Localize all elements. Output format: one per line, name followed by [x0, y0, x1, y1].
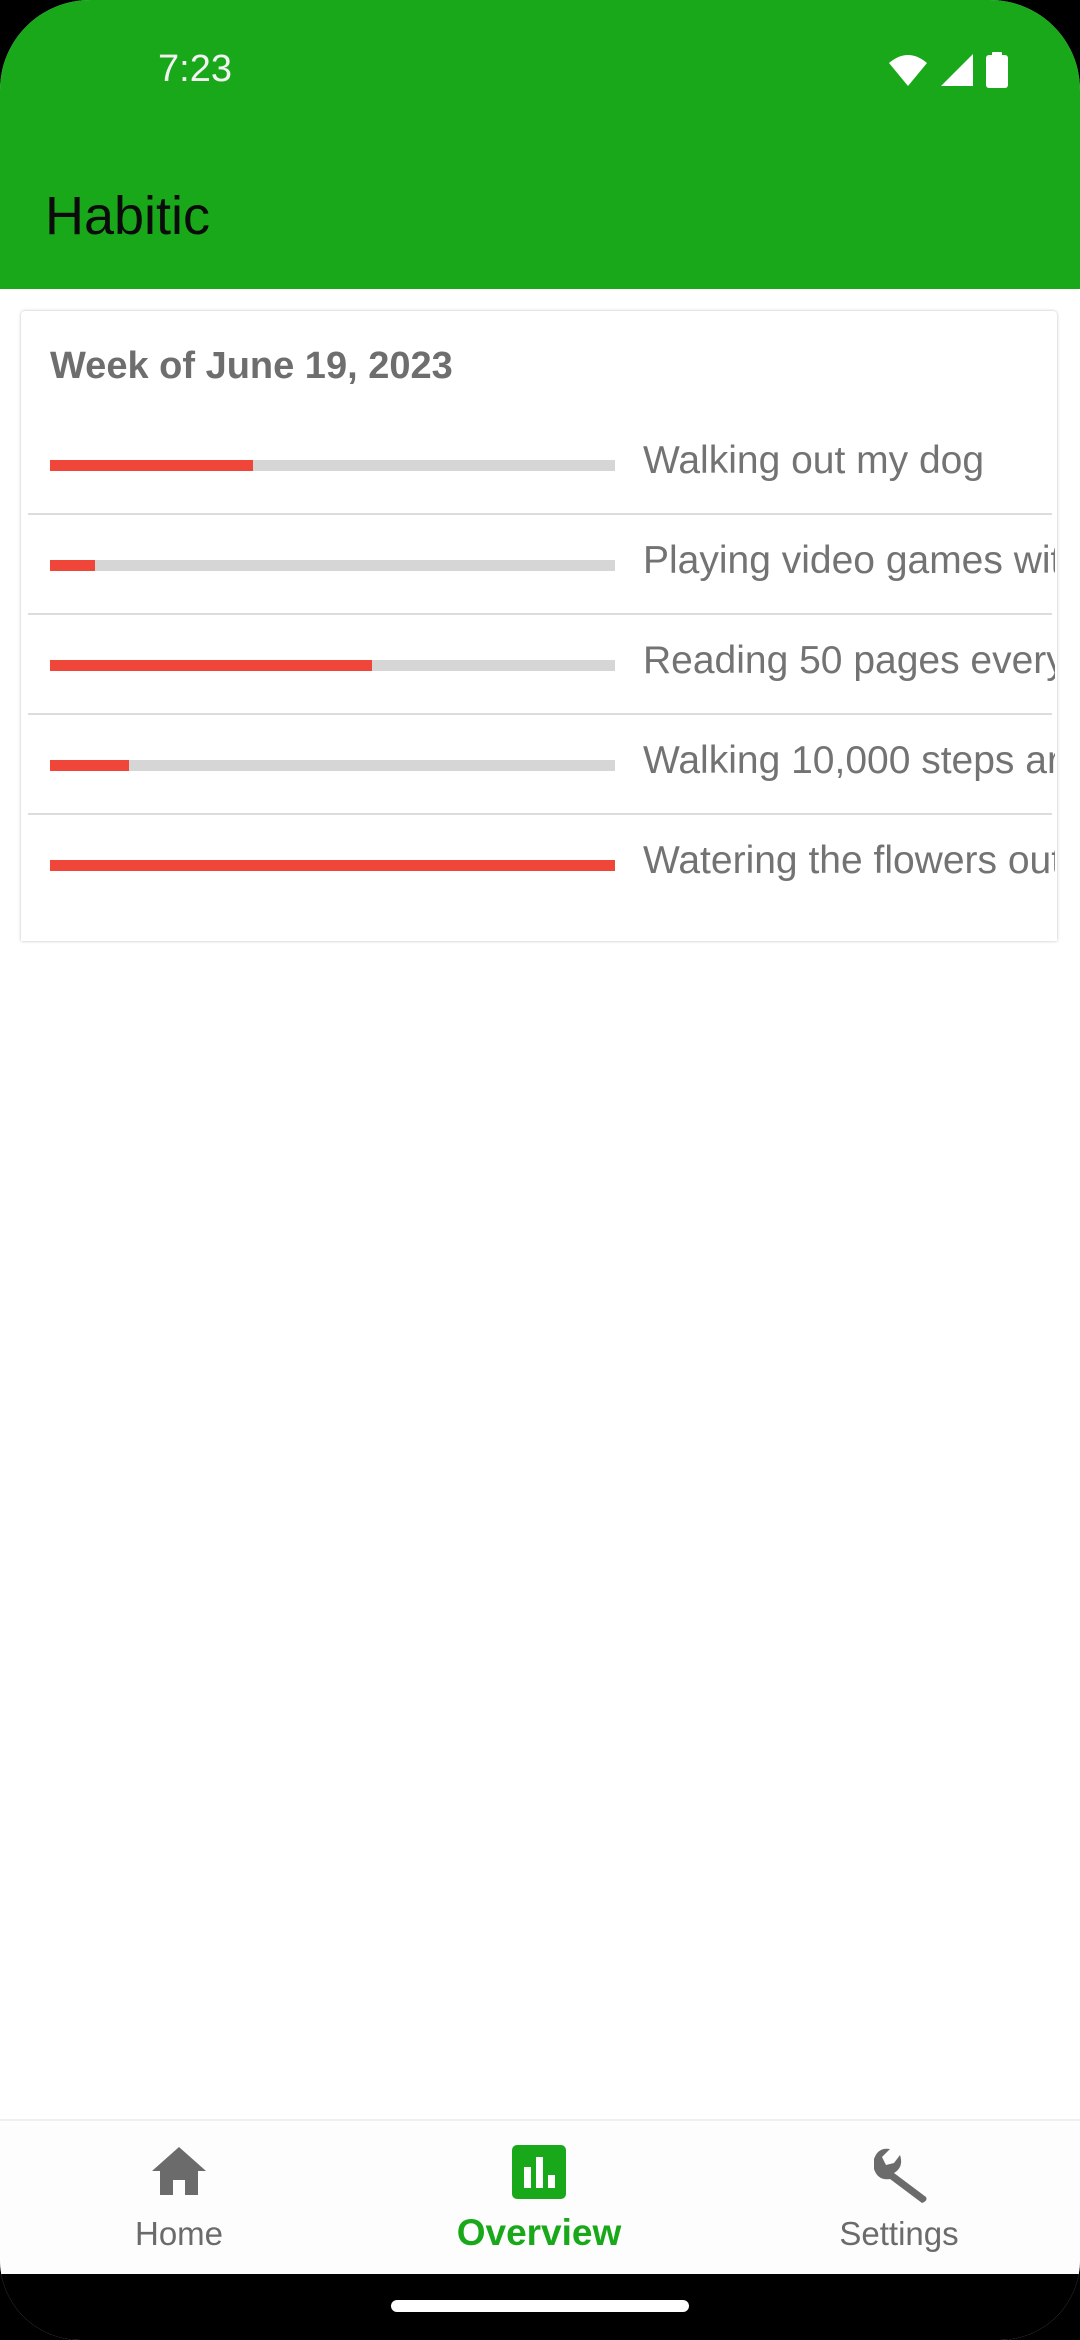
habit-progress-fill: [50, 660, 373, 671]
phone-screen: 7:23 Habitic Week of June 19, 2023 Walki…: [0, 0, 1080, 2340]
habit-progress-bar: [50, 460, 615, 471]
weekly-overview-card: Week of June 19, 2023 Walking out my dog…: [21, 311, 1057, 941]
status-icons: [888, 52, 1008, 88]
nav-item-home[interactable]: Home: [29, 2121, 329, 2276]
app-title: Habitic: [45, 186, 211, 246]
habit-row[interactable]: Reading 50 pages every day: [28, 613, 1055, 715]
habit-label: Reading 50 pages every day: [643, 639, 1055, 682]
habit-row[interactable]: Watering the flowers outside: [28, 813, 1055, 913]
home-gesture-handle[interactable]: [391, 2300, 689, 2312]
habit-progress-bar: [50, 660, 615, 671]
habit-progress-fill: [50, 760, 130, 771]
battery-icon: [986, 52, 1008, 88]
habit-row[interactable]: Playing video games with friends: [28, 513, 1055, 615]
wrench-icon: [868, 2145, 930, 2210]
habit-row[interactable]: Walking 10,000 steps around the park: [28, 713, 1055, 815]
habit-label: Walking 10,000 steps around the park: [643, 739, 1055, 782]
home-icon: [150, 2145, 208, 2202]
nav-item-overview[interactable]: Overview: [389, 2121, 689, 2276]
nav-label-overview: Overview: [456, 2212, 622, 2253]
nav-label-settings: Settings: [839, 2215, 959, 2252]
habit-row[interactable]: Walking out my dog: [28, 413, 1052, 515]
app-header: 7:23 Habitic: [0, 0, 1080, 289]
wifi-icon: [888, 53, 928, 87]
bar-chart-icon: [512, 2145, 566, 2204]
habit-progress-fill: [50, 460, 254, 471]
habit-progress-bar: [50, 560, 615, 571]
habit-progress-fill: [50, 860, 615, 871]
habit-progress-fill: [50, 560, 96, 571]
bottom-navigation: Home Overview Settings: [0, 2119, 1080, 2276]
nav-item-settings[interactable]: Settings: [749, 2121, 1049, 2276]
habit-label: Playing video games with friends: [643, 539, 1055, 582]
nav-label-home: Home: [134, 2215, 224, 2252]
status-time: 7:23: [158, 48, 232, 90]
week-title: Week of June 19, 2023: [50, 345, 453, 387]
habit-label: Walking out my dog: [643, 439, 985, 482]
signal-icon: [940, 53, 974, 87]
habit-label: Watering the flowers outside: [643, 839, 1055, 882]
habit-progress-bar: [50, 860, 615, 871]
habit-progress-bar: [50, 760, 615, 771]
